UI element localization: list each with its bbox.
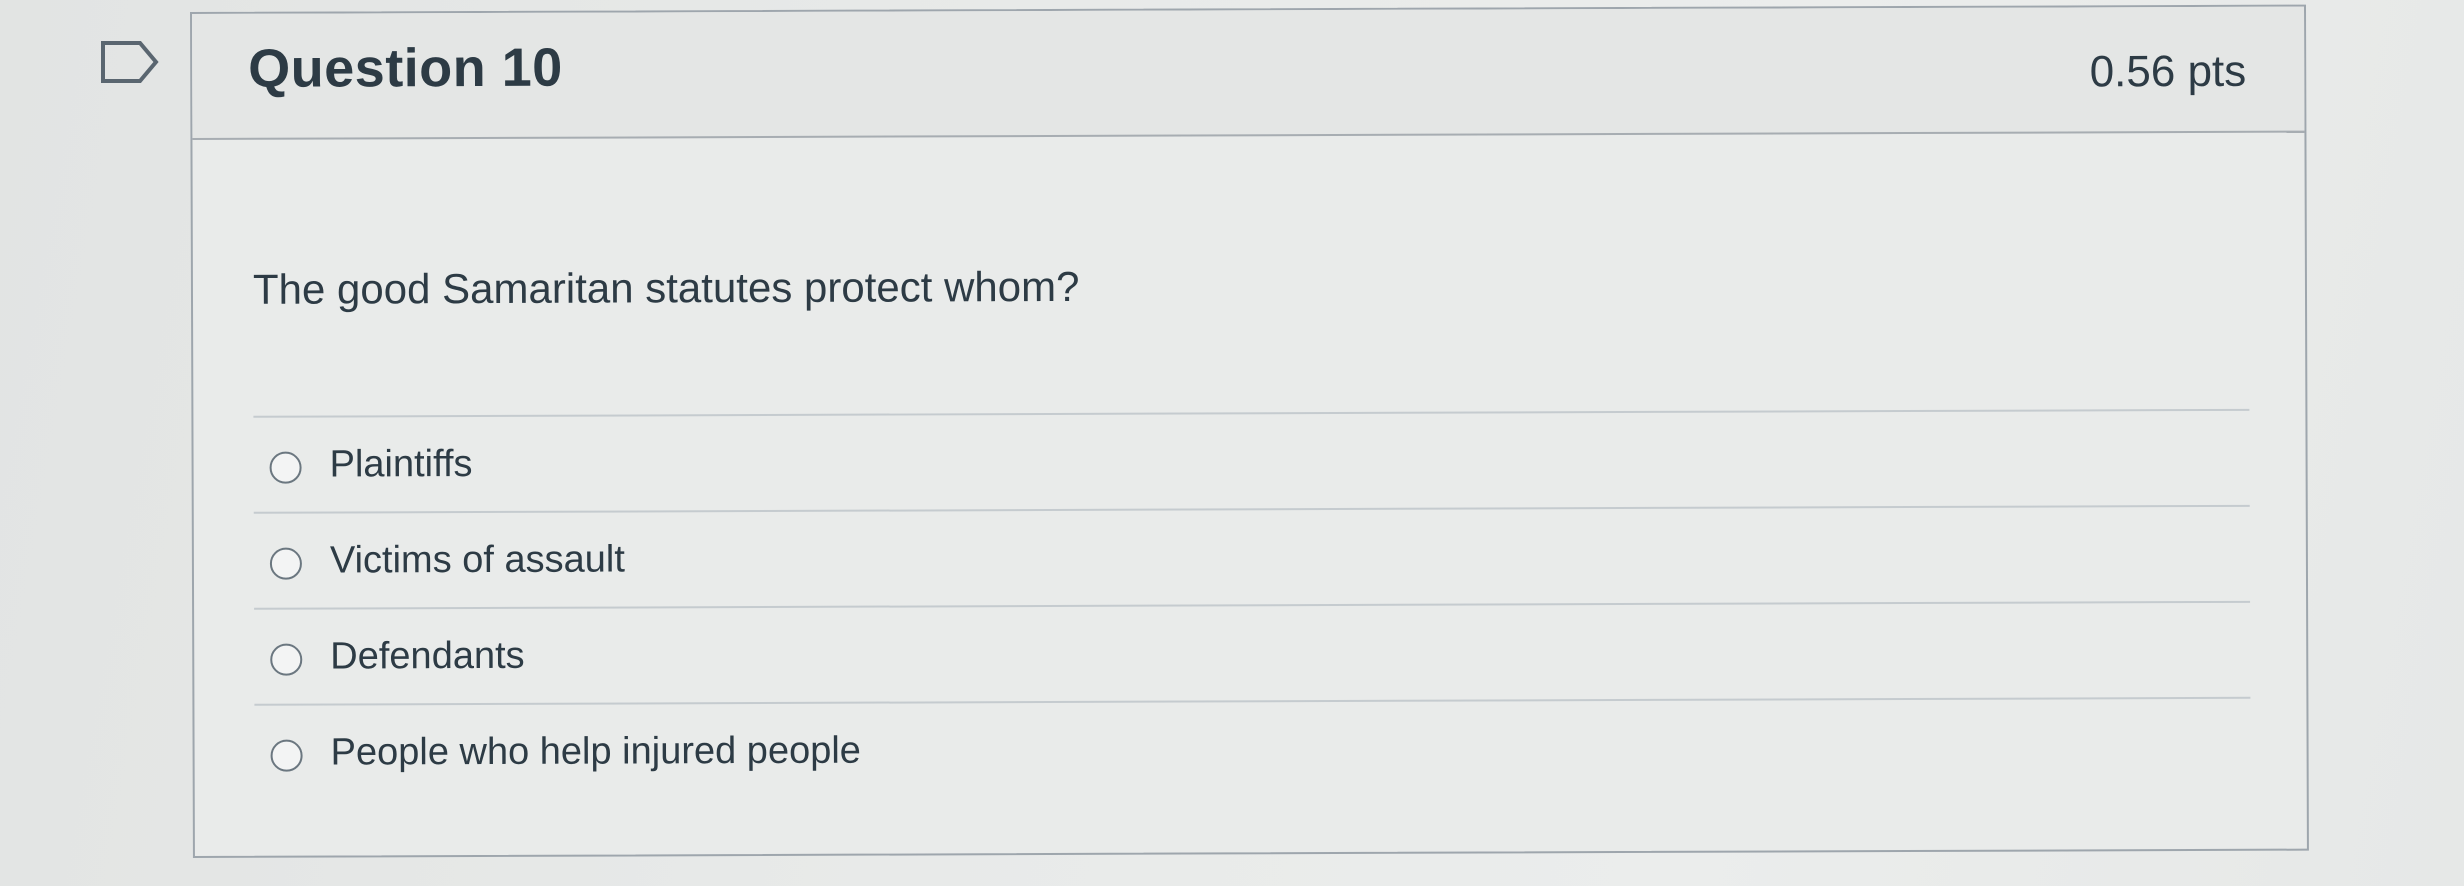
answer-option-people-who-help[interactable]: People who help injured people	[254, 699, 2250, 802]
answer-option-victims-of-assault[interactable]: Victims of assault	[253, 506, 2251, 610]
answer-label: People who help injured people	[330, 729, 861, 774]
question-card: Question 10 0.56 pts The good Samaritan …	[190, 4, 2309, 858]
radio-button[interactable]	[270, 643, 303, 676]
flag-question-icon[interactable]	[100, 40, 160, 84]
answer-option-plaintiffs[interactable]: Plaintiffs	[253, 410, 2250, 514]
radio-button[interactable]	[270, 739, 303, 772]
question-header: Question 10 0.56 pts	[192, 6, 2305, 140]
question-title: Question 10	[248, 37, 563, 99]
answer-list: Plaintiffs Victims of assault Defendants…	[253, 408, 2251, 802]
question-text: The good Samaritan statutes protect whom…	[252, 262, 1080, 313]
answer-label: Plaintiffs	[329, 443, 473, 486]
answer-label: Victims of assault	[329, 538, 625, 582]
radio-button[interactable]	[269, 451, 302, 484]
question-points: 0.56 pts	[2089, 46, 2247, 97]
answer-label: Defendants	[330, 634, 525, 678]
radio-button[interactable]	[269, 547, 302, 580]
answer-option-defendants[interactable]: Defendants	[254, 602, 2251, 706]
